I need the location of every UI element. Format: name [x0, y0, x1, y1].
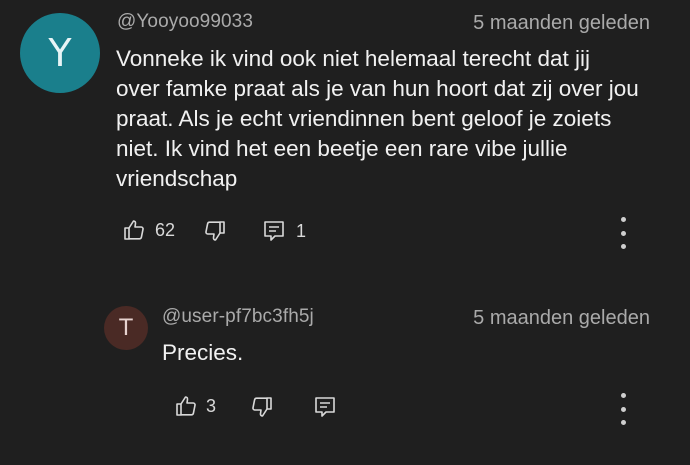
avatar[interactable]: Y — [20, 13, 100, 93]
comments-screen: Y @Yooyoo99033 5 maanden geleden Vonneke… — [0, 0, 690, 465]
avatar[interactable]: T — [104, 306, 148, 350]
more-vertical-icon[interactable] — [611, 393, 635, 425]
reply-count: 1 — [296, 220, 307, 241]
comment-author[interactable]: @user-pf7bc3fh5j — [162, 306, 314, 328]
thumbs-down-icon — [203, 219, 227, 243]
like-button[interactable]: 62 — [122, 218, 175, 242]
like-count: 62 — [155, 219, 176, 240]
comment-text: Precies. — [162, 340, 244, 365]
like-count: 3 — [206, 395, 217, 416]
comment-timestamp[interactable]: 5 maanden geleden — [473, 307, 650, 330]
comment-text-line: Vonneke ik vind ook niet helemaal terech… — [116, 46, 591, 71]
comment-text-line: niet. Ik vind het een beetje een rare vi… — [116, 136, 568, 161]
comment-text: Vonneke ik vind ook niet helemaal terech… — [116, 44, 639, 194]
like-button[interactable]: 3 — [174, 394, 216, 418]
comment-text-line: over famke praat als je van hun hoort da… — [116, 76, 639, 101]
comment-text-line: praat. Als je echt vriendinnen bent gelo… — [116, 106, 612, 131]
thumbs-up-icon — [122, 218, 146, 242]
avatar-letter: Y — [48, 31, 72, 75]
avatar-letter: T — [119, 315, 133, 341]
comment-icon — [262, 219, 286, 243]
thumbs-up-icon — [174, 394, 198, 418]
more-vertical-icon[interactable] — [611, 217, 635, 249]
thumbs-down-icon — [250, 395, 274, 419]
comment-author[interactable]: @Yooyoo99033 — [117, 11, 253, 33]
dislike-button[interactable] — [203, 219, 227, 243]
comment-icon — [313, 395, 337, 419]
comment-timestamp[interactable]: 5 maanden geleden — [473, 12, 650, 35]
reply-button[interactable] — [313, 395, 337, 419]
comment-text-line: vriendschap — [116, 166, 238, 191]
reply-button[interactable]: 1 — [262, 219, 306, 243]
dislike-button[interactable] — [250, 395, 274, 419]
